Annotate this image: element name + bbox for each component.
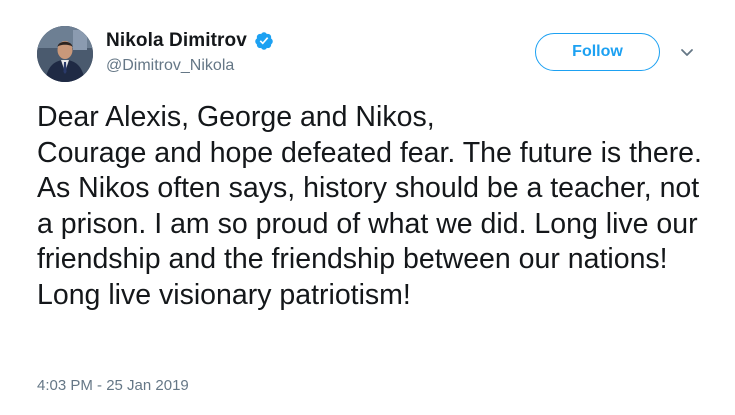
tweet-text: Dear Alexis, George and Nikos, Courage a… bbox=[37, 101, 702, 311]
avatar[interactable] bbox=[37, 26, 93, 82]
tweet-timestamp[interactable]: 4:03 PM - 25 Jan 2019 bbox=[37, 377, 189, 394]
author-name-row: Nikola Dimitrov bbox=[106, 29, 274, 53]
tweet-card: Nikola Dimitrov @Dimitrov_Nikola Follow … bbox=[0, 0, 735, 415]
display-name[interactable]: Nikola Dimitrov bbox=[106, 30, 247, 52]
chevron-down-icon[interactable] bbox=[678, 43, 696, 61]
profile-photo-icon bbox=[37, 26, 93, 82]
verified-badge-icon bbox=[254, 31, 274, 51]
follow-button[interactable]: Follow bbox=[535, 33, 660, 71]
author-handle[interactable]: @Dimitrov_Nikola bbox=[106, 57, 234, 75]
